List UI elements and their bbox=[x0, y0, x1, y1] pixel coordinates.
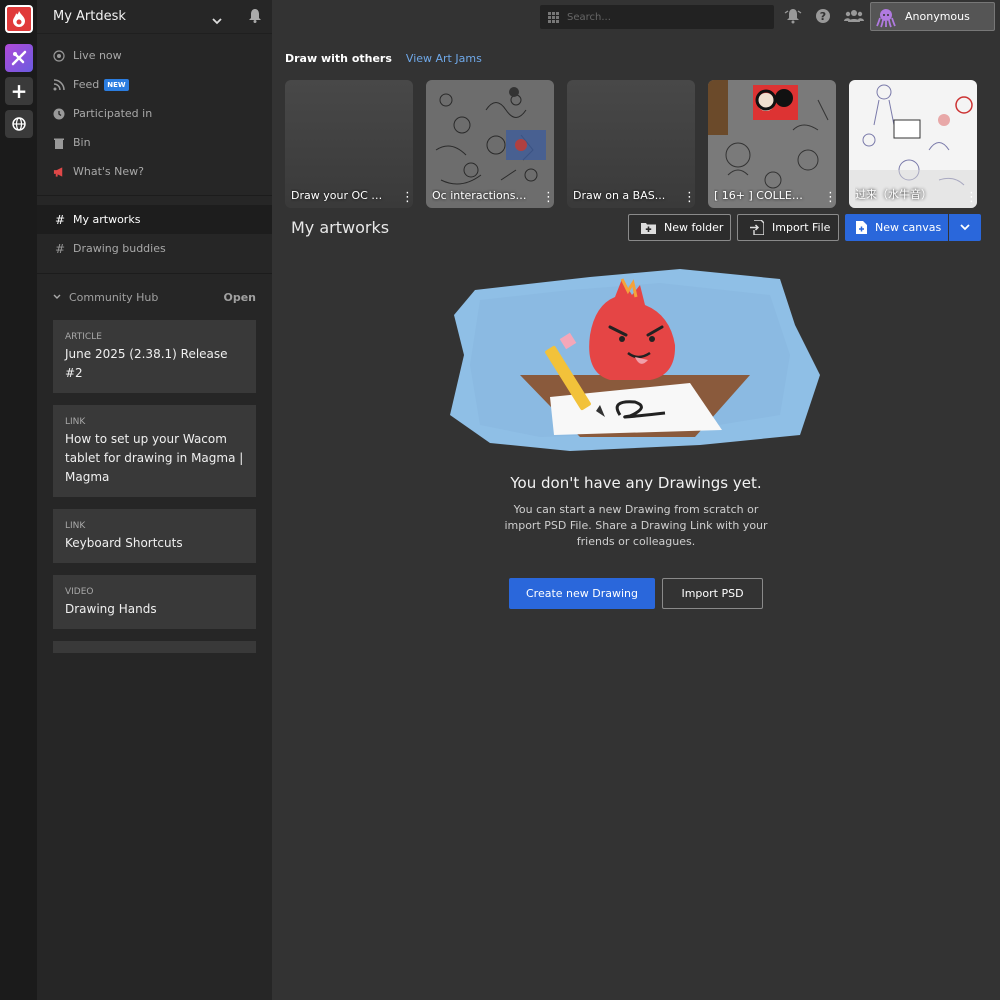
chevron-down-icon bbox=[960, 224, 970, 231]
channel-list: # My artworks # Drawing buddies bbox=[37, 205, 272, 263]
grid-icon bbox=[548, 11, 559, 23]
hub-card-title: Keyboard Shortcuts bbox=[65, 536, 183, 550]
chevron-down-icon bbox=[53, 294, 61, 300]
art-jam-card[interactable]: [ 16+ ] COLLEGE... ⋮ bbox=[708, 80, 836, 208]
folder-add-icon bbox=[641, 222, 656, 234]
sidebar-item-feed[interactable]: Feed NEW bbox=[37, 70, 272, 99]
hub-card-title: Drawing Hands bbox=[65, 602, 157, 616]
empty-state-description: You can start a new Drawing from scratch… bbox=[504, 503, 768, 548]
art-jam-card[interactable]: Oc interactions/... ⋮ bbox=[426, 80, 554, 208]
hub-card-kind: VIDEO bbox=[65, 587, 94, 597]
broadcast-icon bbox=[53, 49, 65, 62]
community-hub-header[interactable]: Community Hub Open bbox=[37, 274, 272, 320]
hub-card-title: How to set up your Wacom tablet for draw… bbox=[65, 432, 244, 484]
new-canvas-button[interactable]: New canvas bbox=[845, 214, 948, 241]
globe-icon[interactable] bbox=[5, 110, 33, 138]
help-icon[interactable]: ? bbox=[814, 7, 832, 25]
art-jam-title: Draw on a BAS... bbox=[573, 189, 666, 202]
community-hub-title: Community Hub bbox=[69, 290, 159, 304]
hub-card-link[interactable]: LINK How to set up your Wacom tablet for… bbox=[53, 405, 256, 497]
search-input[interactable]: Search... bbox=[540, 5, 774, 29]
trash-icon bbox=[53, 137, 65, 149]
import-file-label: Import File bbox=[772, 221, 831, 234]
more-options-icon[interactable]: ⋮ bbox=[824, 191, 836, 204]
art-jam-card[interactable]: Draw on a BAS... ⋮ bbox=[567, 80, 695, 208]
sidebar-item-label: Live now bbox=[73, 49, 122, 62]
hub-card-kind: LINK bbox=[65, 417, 86, 427]
hub-card-kind: ARTICLE bbox=[65, 332, 102, 342]
more-options-icon[interactable]: ⋮ bbox=[683, 191, 695, 204]
file-import-icon bbox=[750, 220, 764, 235]
art-jam-title: [ 16+ ] COLLEGE... bbox=[714, 189, 809, 202]
sidebar-item-label: Participated in bbox=[73, 107, 153, 120]
chevron-down-icon[interactable] bbox=[212, 10, 222, 29]
new-folder-button[interactable]: New folder bbox=[628, 214, 731, 241]
hub-card-partial bbox=[53, 641, 256, 653]
create-new-drawing-button[interactable]: Create new Drawing bbox=[509, 578, 655, 609]
new-badge: NEW bbox=[104, 78, 129, 91]
community-hub-open-link[interactable]: Open bbox=[223, 291, 256, 304]
hub-card-article[interactable]: ARTICLE June 2025 (2.38.1) Release #2 bbox=[53, 320, 256, 393]
sidebar-item-live-now[interactable]: Live now bbox=[37, 41, 272, 70]
avatar bbox=[875, 6, 897, 28]
sidebar: My Artdesk Live now Feed NEW Participate… bbox=[37, 0, 272, 1000]
art-jam-card[interactable]: Draw your OC a... ⋮ bbox=[285, 80, 413, 208]
sidebar-item-label: Feed bbox=[73, 78, 100, 91]
bell-icon[interactable] bbox=[248, 8, 262, 27]
art-jam-card[interactable]: 过来（水牛音） ⋮ bbox=[849, 80, 977, 208]
megaphone-icon bbox=[53, 166, 65, 178]
art-jam-title: 过来（水牛音） bbox=[855, 188, 932, 201]
more-options-icon[interactable]: ⋮ bbox=[401, 191, 413, 204]
search-placeholder: Search... bbox=[567, 11, 611, 23]
channel-my-artworks[interactable]: # My artworks bbox=[37, 205, 272, 234]
user-name: Anonymous bbox=[905, 10, 970, 23]
svg-text:?: ? bbox=[820, 10, 826, 23]
art-app-icon[interactable] bbox=[5, 44, 33, 72]
sidebar-item-whats-new[interactable]: What's New? bbox=[37, 157, 272, 186]
import-psd-button[interactable]: Import PSD bbox=[662, 578, 763, 609]
empty-state-illustration bbox=[450, 269, 820, 451]
add-icon[interactable]: + bbox=[5, 77, 33, 105]
channel-drawing-buddies[interactable]: # Drawing buddies bbox=[37, 234, 272, 263]
hash-icon: # bbox=[55, 212, 66, 227]
sidebar-item-label: Bin bbox=[73, 136, 91, 149]
new-folder-label: New folder bbox=[664, 221, 724, 234]
sidebar-nav: Live now Feed NEW Participated in Bin Wh… bbox=[37, 34, 272, 186]
clock-icon bbox=[53, 108, 65, 120]
sidebar-header: My Artdesk bbox=[37, 0, 272, 34]
magma-logo-icon[interactable] bbox=[5, 5, 33, 33]
more-options-icon[interactable]: ⋮ bbox=[542, 191, 554, 204]
file-add-icon bbox=[856, 221, 867, 234]
empty-state-title: You don't have any Drawings yet. bbox=[510, 474, 762, 492]
sidebar-item-participated[interactable]: Participated in bbox=[37, 99, 272, 128]
hub-card-video[interactable]: VIDEO Drawing Hands bbox=[53, 575, 256, 629]
view-art-jams-link[interactable]: View Art Jams bbox=[406, 52, 482, 65]
sidebar-item-label: What's New? bbox=[73, 165, 144, 178]
divider bbox=[37, 195, 272, 196]
user-menu[interactable]: Anonymous bbox=[870, 2, 995, 31]
users-icon[interactable] bbox=[844, 7, 864, 25]
app-rail: + bbox=[0, 0, 37, 1000]
art-jam-list: Draw your OC a... ⋮ Oc interactions/... … bbox=[285, 80, 977, 208]
hub-card-title: June 2025 (2.38.1) Release #2 bbox=[65, 347, 228, 380]
hub-card-link[interactable]: LINK Keyboard Shortcuts bbox=[53, 509, 256, 563]
rss-icon bbox=[53, 78, 65, 91]
new-canvas-label: New canvas bbox=[875, 221, 942, 234]
import-file-button[interactable]: Import File bbox=[737, 214, 839, 241]
art-jam-title: Oc interactions/... bbox=[432, 189, 527, 202]
draw-with-others-title: Draw with others bbox=[285, 52, 392, 65]
more-options-icon[interactable]: ⋮ bbox=[965, 191, 977, 204]
artdesk-title[interactable]: My Artdesk bbox=[53, 9, 126, 24]
hub-card-kind: LINK bbox=[65, 521, 86, 531]
channel-label: Drawing buddies bbox=[73, 242, 166, 255]
notification-bell-icon[interactable] bbox=[784, 7, 802, 25]
hash-icon: # bbox=[55, 241, 66, 256]
draw-with-others-header: Draw with others View Art Jams bbox=[285, 52, 482, 65]
art-jam-title: Draw your OC a... bbox=[291, 189, 386, 202]
channel-label: My artworks bbox=[73, 213, 141, 226]
new-canvas-dropdown-button[interactable] bbox=[949, 214, 981, 241]
my-artworks-title: My artworks bbox=[291, 218, 390, 237]
sidebar-item-bin[interactable]: Bin bbox=[37, 128, 272, 157]
